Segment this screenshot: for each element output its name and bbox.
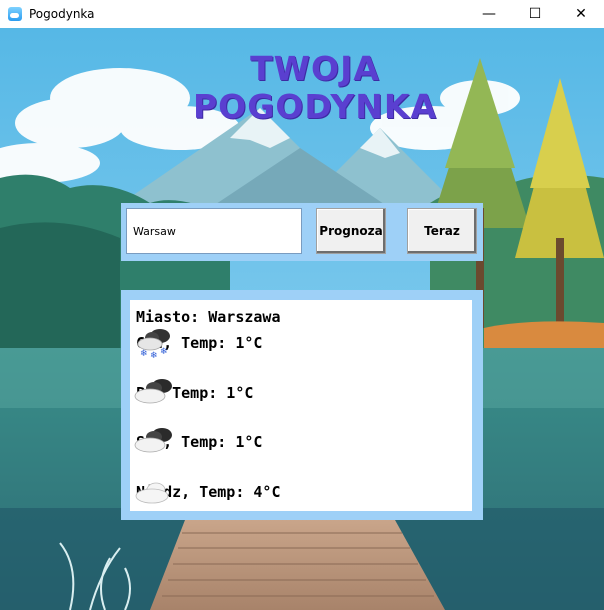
app-headline: TWOJA POGODYNKA [170, 50, 460, 126]
svg-text:❄: ❄ [140, 349, 148, 358]
dark-clouds-icon [134, 379, 172, 404]
app-background: TWOJA POGODYNKA Prognoza Teraz Miasto: W… [0, 28, 604, 610]
maximize-button[interactable]: ☐ [512, 0, 558, 28]
now-button[interactable]: Teraz [407, 208, 477, 254]
close-button[interactable]: ✕ [558, 0, 604, 28]
headline-line-2: POGODYNKA [193, 87, 437, 126]
window-controls: — ☐ ✕ [466, 0, 604, 28]
window-titlebar: Pogodynka — ☐ ✕ [0, 0, 604, 28]
cloud-icon [135, 482, 169, 504]
minimize-button[interactable]: — [466, 0, 512, 28]
dark-clouds-icon [134, 428, 172, 453]
svg-text:❄: ❄ [160, 347, 168, 357]
window-title: Pogodynka [29, 7, 95, 21]
headline-line-1: TWOJA [250, 49, 380, 88]
forecast-button[interactable]: Prognoza [316, 208, 386, 254]
city-label: Miasto: Warszawa [136, 308, 281, 326]
forecast-list: Miasto: Warszawa Czw, Temp: 1°C ❄ ❄ ❄ Pt, … [130, 300, 472, 511]
svg-text:❄: ❄ [150, 351, 158, 358]
cloud-snow-icon: ❄ ❄ ❄ [137, 329, 170, 358]
forecast-panel: Miasto: Warszawa Czw, Temp: 1°C ❄ ❄ ❄ Pt, … [121, 290, 483, 520]
city-input[interactable] [126, 208, 302, 254]
search-panel: Prognoza Teraz [121, 203, 483, 261]
app-icon [8, 7, 22, 21]
